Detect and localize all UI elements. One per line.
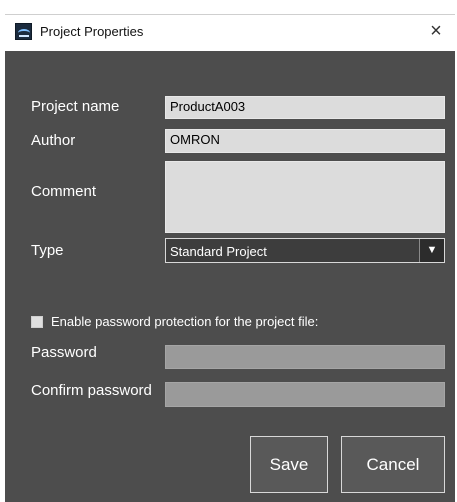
project-name-field[interactable]: ProductA003 xyxy=(165,96,445,119)
confirm-password-label: Confirm password xyxy=(31,382,152,399)
password-protection-label: Enable password protection for the proje… xyxy=(51,314,319,329)
save-button[interactable]: Save xyxy=(250,436,328,493)
password-field[interactable] xyxy=(165,345,445,369)
type-label: Type xyxy=(31,242,64,259)
chevron-down-icon[interactable]: ▼ xyxy=(419,239,444,262)
title-bar: Project Properties × xyxy=(5,14,455,51)
comment-field[interactable] xyxy=(165,161,445,233)
app-icon xyxy=(15,23,32,40)
window-title: Project Properties xyxy=(40,24,144,39)
cancel-button[interactable]: Cancel xyxy=(341,436,445,493)
password-protection-checkbox[interactable] xyxy=(31,316,43,328)
project-name-label: Project name xyxy=(31,98,120,115)
type-select-value: Standard Project xyxy=(170,244,267,259)
author-field[interactable]: OMRON xyxy=(165,129,445,153)
type-select[interactable]: Standard Project ▼ xyxy=(165,238,445,263)
confirm-password-field[interactable] xyxy=(165,382,445,407)
author-label: Author xyxy=(31,132,76,149)
close-button[interactable]: × xyxy=(425,20,447,42)
password-label: Password xyxy=(31,344,97,361)
comment-label: Comment xyxy=(31,183,97,200)
